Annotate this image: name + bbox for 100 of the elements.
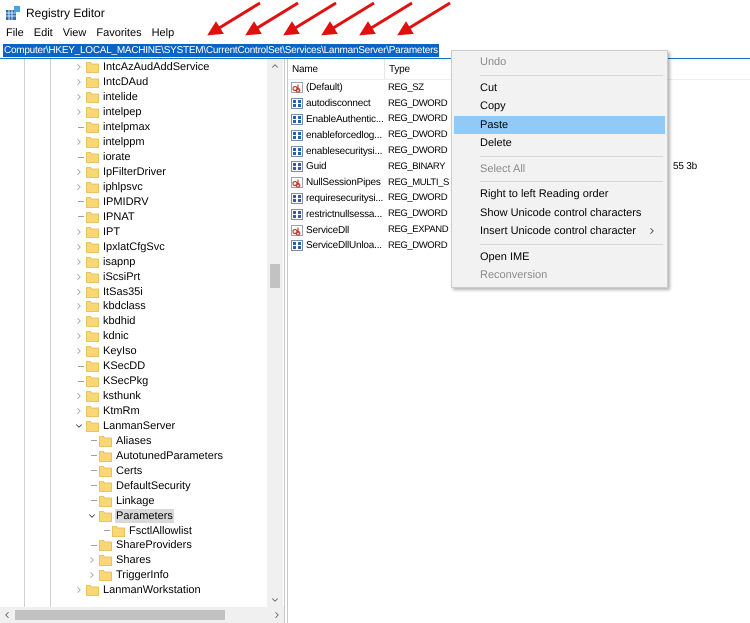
folder-icon: [86, 375, 99, 388]
tree-item[interactable]: kbdclass: [102, 299, 147, 314]
menu-item[interactable]: Edit: [28, 25, 58, 42]
tree-item[interactable]: KtmRm: [102, 404, 141, 418]
tree-item[interactable]: LanmanServer: [102, 418, 176, 433]
tree-item[interactable]: kdnic: [102, 329, 130, 344]
tree-item[interactable]: intelppm: [102, 135, 146, 150]
value-name[interactable]: enableforcedlog...: [306, 128, 382, 143]
value-type: REG_DWORD: [387, 96, 448, 111]
annotation-arrow: [245, 2, 299, 36]
annotation-arrow: [359, 2, 413, 36]
menu-option[interactable]: Right to left Reading order: [454, 185, 665, 204]
menu-item[interactable]: Favorites: [91, 25, 147, 42]
menu-option[interactable]: Insert Unicode control character: [454, 222, 665, 240]
window-title: Registry Editor: [26, 4, 105, 22]
tree-item[interactable]: AutotunedParameters: [115, 448, 224, 463]
menu-option[interactable]: Show Unicode control characters: [454, 204, 665, 222]
tree-item[interactable]: ksthunk: [102, 389, 142, 404]
menu-item[interactable]: Help: [146, 25, 180, 42]
menu-option[interactable]: Delete: [454, 134, 665, 152]
folder-icon: [86, 330, 99, 342]
tree-item[interactable]: IntcAzAudAddService: [102, 60, 210, 74]
folder-icon: [86, 106, 99, 118]
folder-icon: [86, 61, 99, 74]
tree-item[interactable]: TriggerInfo: [115, 568, 170, 582]
annotation-arrow: [207, 2, 261, 36]
tree-item[interactable]: intelpep: [102, 105, 143, 120]
folder-icon: [86, 345, 99, 358]
binary-value-icon: [291, 114, 303, 125]
horizontal-scrollbar[interactable]: [0, 607, 284, 623]
tree-item[interactable]: IpFilterDriver: [102, 165, 167, 180]
value-type: REG_SZ: [387, 80, 424, 95]
value-type: REG_DWORD: [387, 238, 448, 253]
tree-item[interactable]: IPT: [102, 224, 122, 239]
tree-item[interactable]: KeyIso: [102, 344, 138, 358]
tree-item[interactable]: FsctlAllowlist: [128, 524, 193, 538]
value-data: 55 3b: [673, 160, 698, 174]
registry-icon: [6, 6, 20, 20]
tree-item[interactable]: iScsiPrt: [102, 270, 142, 284]
tree-item[interactable]: ItSas35i: [102, 284, 144, 299]
tree-item[interactable]: KSecPkg: [102, 374, 150, 388]
value-name[interactable]: ServiceDllUnloa...: [306, 238, 382, 254]
tree-item[interactable]: IntcDAud: [102, 75, 150, 90]
folder-icon: [99, 450, 112, 462]
tree-item[interactable]: isapnp: [102, 254, 136, 269]
tree-item[interactable]: iphlpsvc: [102, 180, 144, 194]
value-name[interactable]: Guid: [306, 159, 326, 174]
menu-option[interactable]: Paste: [454, 116, 665, 134]
tree-item[interactable]: intelide: [102, 90, 139, 104]
tree-item[interactable]: KSecDD: [102, 359, 146, 374]
tree-item[interactable]: Parameters: [115, 508, 174, 523]
tree-item[interactable]: IPMIDRV: [102, 194, 150, 209]
binary-value-icon: [291, 130, 303, 141]
menu-option[interactable]: Open IME: [454, 248, 665, 266]
menu-option[interactable]: Copy: [454, 97, 665, 116]
folder-icon: [86, 360, 99, 372]
folder-icon: [86, 226, 99, 238]
folder-icon: [86, 136, 99, 148]
folder-icon: [99, 569, 112, 582]
tree-item[interactable]: ShareProviders: [115, 538, 193, 552]
menu-option[interactable]: Cut: [454, 78, 665, 97]
value-name[interactable]: autodisconnect: [306, 96, 370, 112]
tree-item[interactable]: Certs: [115, 464, 144, 478]
tree-item[interactable]: Aliases: [115, 434, 152, 448]
address-field[interactable]: Computer\HKEY_LOCAL_MACHINE\SYSTEM\CurrentControlSet\Services\LanmanServer\Parameters: [3, 44, 439, 56]
folder-icon: [86, 405, 99, 418]
folder-icon: [86, 76, 99, 88]
binary-value-icon: [291, 208, 303, 220]
tree-item[interactable]: IpxlatCfgSvc: [102, 240, 166, 254]
tree-item[interactable]: LanmanWorkstation: [102, 583, 202, 598]
folder-icon: [86, 91, 99, 104]
value-name[interactable]: EnableAuthentic...: [306, 112, 384, 127]
value-name[interactable]: enablesecuritysi...: [306, 144, 382, 159]
folder-icon: [86, 166, 99, 178]
folder-icon: [86, 584, 99, 596]
string-value-icon: [291, 224, 303, 236]
annotation-arrow: [321, 2, 375, 36]
value-name[interactable]: NullSessionPipes: [306, 175, 381, 190]
tree-item[interactable]: iorate: [102, 150, 132, 164]
scroll-thumb[interactable]: [270, 264, 280, 288]
value-name[interactable]: (Default): [306, 80, 343, 96]
binary-value-icon: [291, 98, 303, 110]
scroll-thumb[interactable]: [15, 610, 225, 620]
value-name[interactable]: restrictnullsessa...: [306, 206, 382, 222]
folder-icon: [86, 180, 99, 193]
tree-item[interactable]: IPNAT: [102, 210, 136, 224]
folder-icon: [86, 315, 99, 328]
tree-item[interactable]: Linkage: [115, 494, 156, 508]
tree-item[interactable]: DefaultSecurity: [115, 478, 192, 493]
binary-value-icon: [291, 146, 303, 157]
menu-item[interactable]: File: [1, 25, 29, 42]
tree-item[interactable]: kbdhid: [102, 314, 136, 328]
value-name[interactable]: requiresecuritysi...: [306, 190, 384, 206]
tree-item[interactable]: intelpmax: [102, 120, 152, 134]
tree-item[interactable]: Shares: [115, 553, 152, 568]
menu-item[interactable]: View: [58, 25, 92, 42]
vertical-scrollbar[interactable]: [267, 59, 283, 607]
value-name[interactable]: ServiceDll: [306, 222, 350, 238]
column-header[interactable]: Name: [288, 59, 385, 79]
value-type: REG_DWORD: [387, 112, 448, 126]
